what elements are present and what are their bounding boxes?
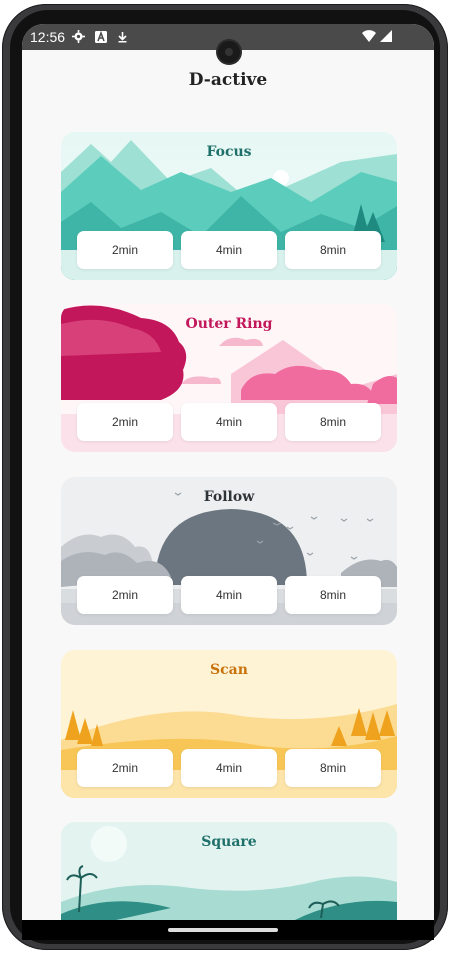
- duration-button-2min[interactable]: 2min: [77, 403, 173, 441]
- duration-button-8min[interactable]: 8min: [285, 231, 381, 269]
- duration-button-4min[interactable]: 4min: [181, 231, 277, 269]
- duration-buttons: 2min 4min 8min: [77, 749, 381, 787]
- session-card-scan[interactable]: Scan 2min 4min 8min: [61, 650, 397, 798]
- card-title: Follow: [203, 489, 255, 505]
- status-right-icons: [362, 30, 392, 42]
- duration-button-4min[interactable]: 4min: [181, 749, 277, 787]
- download-icon: [118, 31, 127, 42]
- gear-icon: [72, 30, 85, 43]
- status-icons: [72, 30, 128, 43]
- duration-button-4min[interactable]: 4min: [181, 576, 277, 614]
- wifi-icon: [362, 30, 376, 42]
- duration-button-8min[interactable]: 8min: [285, 749, 381, 787]
- card-title: Square: [201, 834, 257, 850]
- duration-button-8min[interactable]: 8min: [285, 403, 381, 441]
- home-indicator[interactable]: [168, 928, 278, 932]
- duration-button-2min[interactable]: 2min: [77, 576, 173, 614]
- app-title: D-active: [188, 70, 268, 90]
- session-card-square[interactable]: Square: [61, 822, 397, 920]
- navigation-bar: [22, 920, 434, 940]
- a-icon: [95, 30, 107, 43]
- signal-icon: [380, 30, 392, 42]
- card-title: Scan: [210, 662, 248, 678]
- session-card-focus[interactable]: Focus 2min 4min 8min: [61, 132, 397, 280]
- session-card-follow[interactable]: Follow 2min 4min 8min: [61, 477, 397, 625]
- app-screen: 12:56 D-active Focus 2min 4min 8min Oute…: [22, 24, 434, 920]
- status-time: 12:56: [30, 29, 66, 45]
- front-camera: [218, 41, 240, 63]
- duration-buttons: 2min 4min 8min: [77, 576, 381, 614]
- duration-button-4min[interactable]: 4min: [181, 403, 277, 441]
- duration-button-8min[interactable]: 8min: [285, 576, 381, 614]
- duration-buttons: 2min 4min 8min: [77, 231, 381, 269]
- card-title: Focus: [206, 144, 252, 160]
- duration-button-2min[interactable]: 2min: [77, 749, 173, 787]
- duration-button-2min[interactable]: 2min: [77, 231, 173, 269]
- card-title: Outer Ring: [185, 316, 273, 332]
- session-card-outer-ring[interactable]: Outer Ring 2min 4min 8min: [61, 304, 397, 452]
- duration-buttons: 2min 4min 8min: [77, 403, 381, 441]
